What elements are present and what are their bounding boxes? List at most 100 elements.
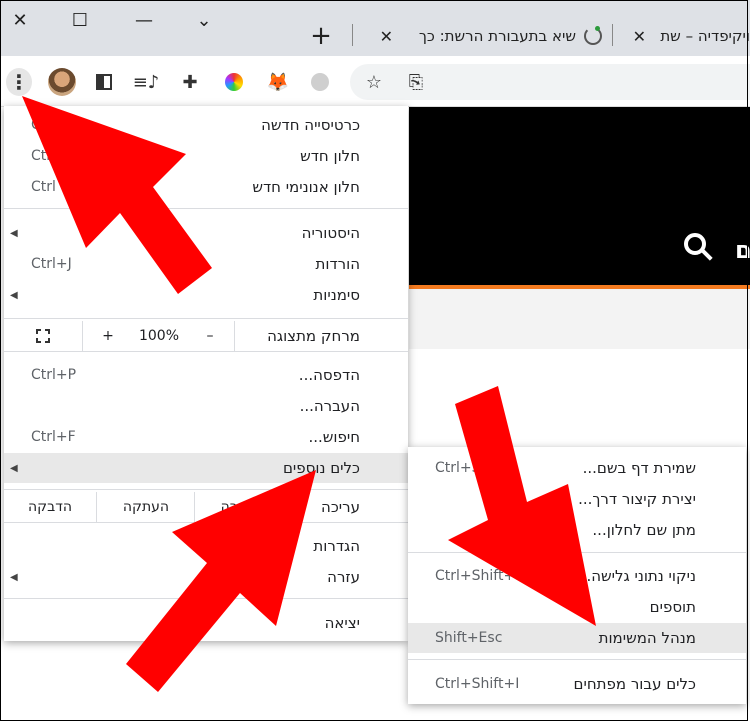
loading-spinner-icon — [584, 26, 602, 45]
menu-item-new-window[interactable]: Ctrl חלון חדש — [4, 141, 408, 171]
menu-item-label: סימניות — [313, 286, 360, 304]
close-window-icon[interactable]: ✕ — [2, 6, 38, 34]
profile-avatar[interactable] — [48, 68, 76, 96]
zoom-row: + 100% – מרחק מתצוגה — [4, 321, 408, 351]
kebab-menu-icon[interactable]: ⋮ — [6, 68, 32, 96]
close-tab-icon[interactable]: ✕ — [633, 27, 646, 46]
submenu-arrow-icon: ◀ — [10, 571, 18, 583]
menu-item-exit[interactable]: יציאה — [4, 608, 408, 638]
menu-divider — [4, 351, 408, 352]
extension-ghost-icon[interactable] — [308, 70, 332, 94]
media-control-icon[interactable]: ≡♪ — [133, 70, 160, 94]
menu-item-label: חלון חדש — [300, 147, 360, 165]
tab-news[interactable]: שיא בתעבורת הרשת: כך ✕ — [360, 16, 610, 56]
shortcut-label: Ctrl — [31, 148, 56, 164]
menu-item-label: עזרה — [327, 568, 360, 586]
cut-button[interactable]: גזירה — [194, 492, 277, 522]
chrome-main-menu: Ct כרטיסייה חדשה Ctrl חלון חדש Ctrl חלון… — [4, 106, 408, 641]
menu-item-label: מנהל המשימות — [598, 629, 696, 647]
zoom-label: מרחק מתצוגה — [234, 321, 408, 351]
menu-item-downloads[interactable]: Ctrl+J הורדות — [4, 249, 408, 279]
content-band — [409, 289, 750, 349]
tab-title: שיא בתעבורת הרשת: כך — [418, 27, 576, 45]
menu-item-bookmarks[interactable]: ◀ סימניות — [4, 280, 408, 310]
menu-item-settings[interactable]: הגדרות — [4, 531, 408, 561]
zoom-in-button[interactable]: + — [82, 321, 133, 351]
menu-divider — [4, 489, 408, 490]
metamask-fox-icon[interactable]: 🦊 — [266, 70, 290, 94]
site-header — [409, 107, 750, 285]
edit-label: עריכה — [276, 492, 408, 522]
submenu-item-name-window[interactable]: מתן שם לחלון... — [408, 515, 746, 545]
shortcut-label: Ctrl — [31, 179, 56, 195]
shortcut-label: Ctrl+Shift+I — [435, 676, 520, 692]
submenu-arrow-icon: ◀ — [10, 462, 18, 474]
menu-item-find[interactable]: Ctrl+F חיפוש... — [4, 422, 408, 452]
color-picker-extension-icon[interactable] — [222, 70, 246, 94]
menu-item-label: הגדרות — [313, 537, 360, 555]
share-icon[interactable]: ⎘ — [404, 70, 428, 94]
menu-item-label: חיפוש... — [308, 428, 360, 446]
submenu-item-save-page[interactable]: Ctrl+S שמירת דף בשם... — [408, 453, 746, 483]
menu-item-new-incognito[interactable]: Ctrl חלון אנונימי חדש — [4, 172, 408, 202]
menu-item-label: היסטוריה — [301, 224, 360, 242]
minimize-window-icon[interactable]: — — [126, 6, 162, 34]
menu-item-label: העברה... — [299, 397, 360, 415]
extensions-puzzle-icon[interactable]: ✚ — [178, 70, 202, 94]
close-tab-icon[interactable]: ✕ — [380, 27, 393, 46]
menu-item-history[interactable]: ◀ היסטוריה — [4, 218, 408, 248]
copy-button[interactable]: העתקה — [96, 492, 195, 522]
submenu-item-create-shortcut[interactable]: יצירת קיצור דרך... — [408, 484, 746, 514]
shortcut-label: Ctrl+Shift+Del — [435, 568, 539, 584]
menu-item-label: חלון אנונימי חדש — [252, 178, 360, 196]
more-tools-submenu: Ctrl+S שמירת דף בשם... יצירת קיצור דרך..… — [408, 447, 746, 704]
menu-item-label: הדפסה... — [298, 366, 360, 384]
maximize-window-icon[interactable]: ☐ — [62, 6, 98, 34]
menu-item-help[interactable]: ◀ עזרה — [4, 562, 408, 592]
shortcut-label: Shift+Esc — [435, 630, 503, 646]
fullscreen-icon — [35, 328, 51, 344]
submenu-item-task-manager[interactable]: Shift+Esc מנהל המשימות — [408, 623, 746, 653]
shortcut-label: Ctrl+J — [31, 256, 72, 272]
menu-item-label: יצירת קיצור דרך... — [578, 490, 696, 508]
shortcut-label: Ct — [31, 117, 47, 133]
tab-title: ויקיפדיה – שת — [660, 27, 750, 45]
shortcut-label: Ctrl+P — [31, 367, 77, 383]
tab-search-dropdown-icon[interactable]: ⌄ — [186, 6, 222, 34]
menu-item-cast[interactable]: העברה... — [4, 391, 408, 421]
zoom-out-button[interactable]: – — [186, 321, 234, 351]
tab-wikipedia[interactable]: ויקיפדיה – שת ✕ — [618, 16, 750, 56]
menu-item-label: כלים עבור מפתחים — [573, 675, 696, 693]
menu-divider — [4, 522, 408, 523]
fullscreen-button[interactable] — [4, 321, 82, 351]
zoom-level: 100% — [138, 328, 180, 344]
menu-item-more-tools[interactable]: ◀ כלים נוספים — [4, 453, 408, 483]
browser-toolbar: ⋮ ≡♪ ✚ 🦊 ☆ ⎘ — [0, 56, 750, 107]
shortcut-label: Ctrl+F — [31, 429, 76, 445]
submenu-item-developer-tools[interactable]: Ctrl+Shift+I כלים עבור מפתחים — [408, 669, 746, 699]
menu-item-label: ניקוי נתוני גלישה... — [576, 567, 696, 585]
submenu-arrow-icon: ◀ — [10, 227, 18, 239]
submenu-item-clear-browsing-data[interactable]: Ctrl+Shift+Del ניקוי נתוני גלישה... — [408, 561, 746, 591]
submenu-arrow-icon: ◀ — [10, 289, 18, 301]
side-panel-icon[interactable] — [92, 70, 116, 94]
submenu-item-extensions[interactable]: תוספים — [408, 592, 746, 622]
menu-item-label: מתן שם לחלון... — [592, 521, 696, 539]
bookmark-star-icon[interactable]: ☆ — [362, 70, 386, 94]
tab-strip: ✕ ☐ — ⌄ + שיא בתעבורת הרשת: כך ✕ ויקיפדי… — [0, 0, 750, 56]
paste-button[interactable]: הדבקה — [4, 492, 96, 522]
new-tab-button[interactable]: + — [305, 21, 337, 51]
search-icon[interactable] — [684, 233, 706, 255]
menu-item-label: יציאה — [324, 614, 360, 632]
menu-item-label: הורדות — [315, 255, 361, 273]
menu-divider — [4, 598, 408, 599]
tab-separator — [352, 24, 353, 46]
menu-divider — [4, 318, 408, 319]
menu-divider — [408, 552, 746, 553]
tab-separator — [612, 24, 613, 46]
menu-divider — [408, 659, 746, 660]
menu-item-new-tab[interactable]: Ct כרטיסייה חדשה — [4, 110, 408, 140]
menu-item-label: כרטיסייה חדשה — [261, 116, 360, 134]
menu-item-label: תוספים — [649, 598, 696, 616]
menu-item-print[interactable]: Ctrl+P הדפסה... — [4, 360, 408, 390]
